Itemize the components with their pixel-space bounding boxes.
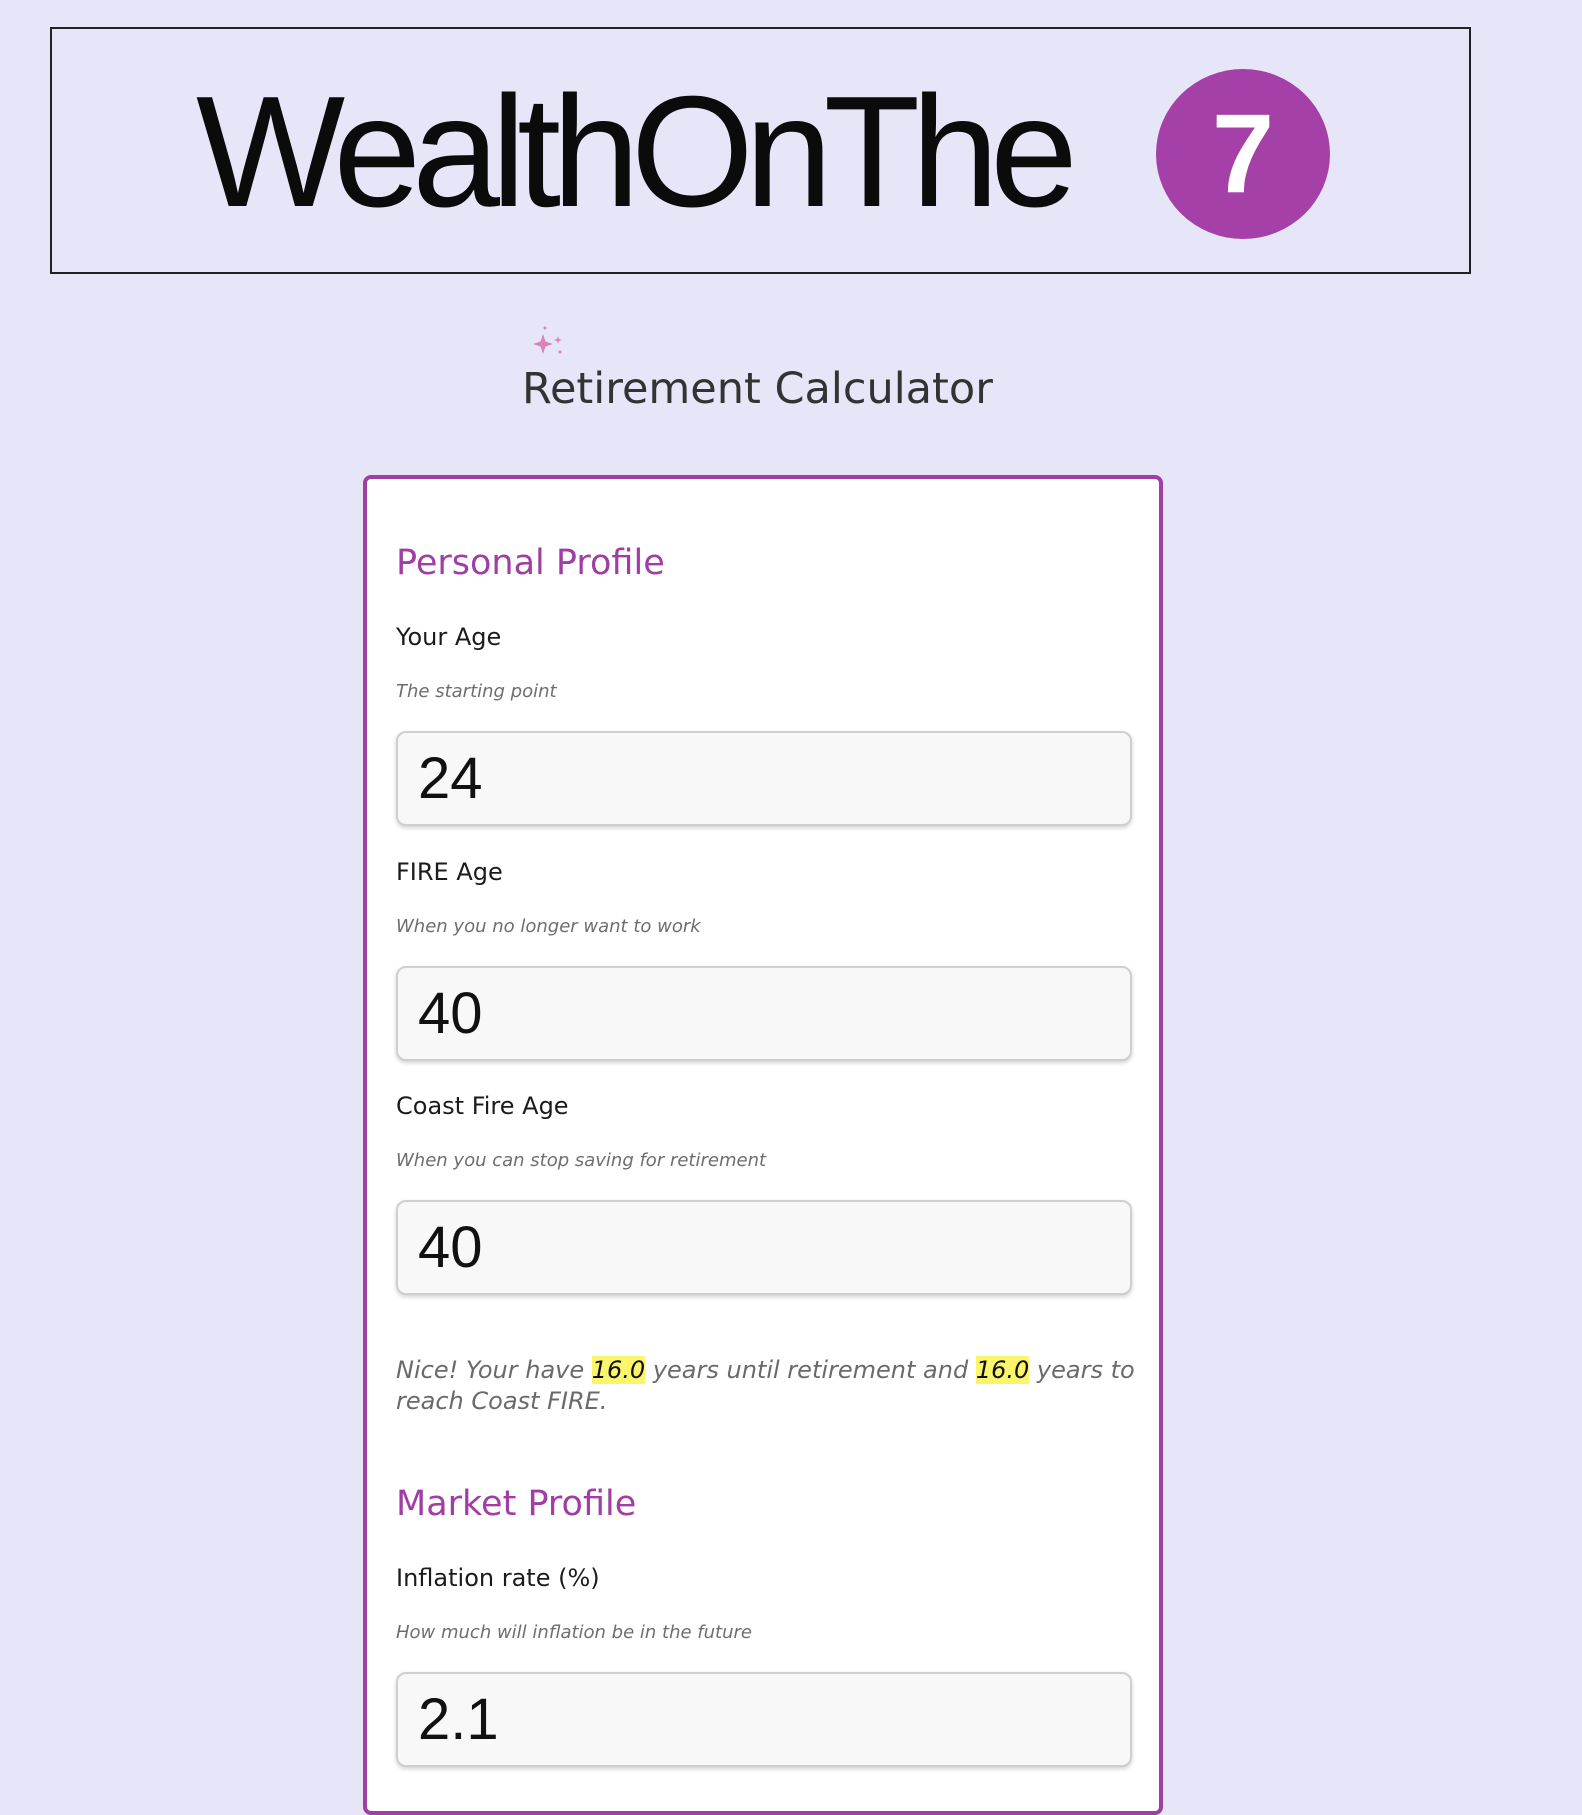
summary-text-part: Nice! Your have: [396, 1356, 592, 1384]
inflation-rate-label: Inflation rate (%): [396, 1564, 600, 1592]
inflation-rate-hint: How much will inflation be in the future: [396, 1622, 752, 1643]
years-to-retirement-value: 16.0: [591, 1356, 646, 1384]
retirement-summary-text: Nice! Your have 16.0 years until retirem…: [396, 1355, 1136, 1417]
personal-profile-heading: Personal Profile: [396, 543, 665, 583]
fire-age-input[interactable]: [396, 966, 1132, 1061]
your-age-input[interactable]: [396, 731, 1132, 826]
summary-text-part: years until retirement and: [645, 1356, 976, 1384]
inflation-rate-input[interactable]: [396, 1672, 1132, 1767]
logo-badge: 7: [1156, 69, 1330, 239]
coast-fire-age-label: Coast Fire Age: [396, 1092, 569, 1120]
page-title: Retirement Calculator: [522, 364, 993, 414]
years-to-coast-value: 16.0: [975, 1356, 1030, 1384]
your-age-label: Your Age: [396, 623, 502, 651]
sparkle-icon: [533, 326, 562, 354]
logo-text: WealthOnThe: [196, 64, 1078, 240]
coast-fire-age-hint: When you can stop saving for retirement: [396, 1150, 767, 1171]
market-profile-heading: Market Profile: [396, 1484, 637, 1524]
fire-age-label: FIRE Age: [396, 858, 503, 886]
your-age-hint: The starting point: [396, 681, 557, 702]
fire-age-hint: When you no longer want to work: [396, 916, 701, 937]
coast-fire-age-input[interactable]: [396, 1200, 1132, 1295]
calculator-card: Personal Profile Your Age The starting p…: [363, 475, 1163, 1815]
logo-banner: WealthOnThe 7: [50, 27, 1471, 274]
